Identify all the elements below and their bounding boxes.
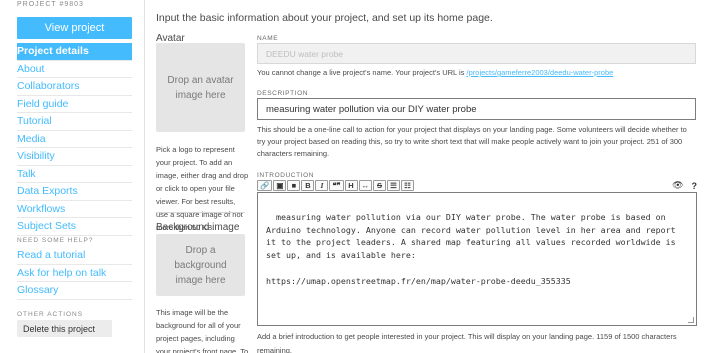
project-nav: Project details About Collaborators Fiel… (17, 43, 132, 236)
background-drop-zone[interactable]: Drop a background image here (156, 234, 245, 296)
heading-icon[interactable]: H (344, 180, 358, 191)
description-field[interactable]: measuring water pollution via our DIY wa… (257, 98, 696, 120)
nav-item-data-exports[interactable]: Data Exports (17, 183, 132, 201)
introduction-text: measuring water pollution via our DIY wa… (266, 211, 676, 286)
image-icon[interactable]: ▣ (273, 180, 287, 191)
video-icon[interactable]: ■ (287, 180, 301, 191)
preview-eye-icon[interactable]: 👁 (672, 180, 683, 191)
help-item-ask-talk[interactable]: Ask for help on talk (17, 265, 132, 282)
description-help-text: This should be a one-line call to action… (257, 125, 687, 158)
horizontal-rule-icon[interactable]: ↔ (358, 180, 373, 191)
markdown-toolbar: 🔗 ▣ ■ B I ❝❞ H ↔ S ☰ ☷ 👁 ? (257, 179, 697, 192)
name-value: DEEDU water probe (266, 48, 344, 59)
nav-item-collaborators[interactable]: Collaborators (17, 78, 132, 96)
name-help-text: You cannot change a live project's name.… (257, 68, 613, 77)
nav-item-subject-sets[interactable]: Subject Sets (17, 218, 132, 236)
resize-handle[interactable] (688, 317, 694, 323)
nav-item-project-details[interactable]: Project details (17, 43, 132, 61)
strikethrough-icon[interactable]: S (373, 180, 387, 191)
nav-item-talk[interactable]: Talk (17, 166, 132, 183)
background-help-text: This image will be the background for al… (156, 308, 249, 353)
image-section-divider (156, 212, 245, 213)
nav-item-media[interactable]: Media (17, 131, 132, 148)
description-label: DESCRIPTION (257, 90, 309, 97)
project-sidebar: PROJECT #9803 View project Project detai… (0, 0, 145, 353)
nav-item-field-guide[interactable]: Field guide (17, 96, 132, 113)
quote-icon[interactable]: ❝❞ (329, 180, 344, 191)
introduction-textarea[interactable]: measuring water pollution via our DIY wa… (257, 192, 697, 326)
bullet-list-icon[interactable]: ☰ (387, 180, 401, 191)
name-help-prefix: You cannot change a live project's name.… (257, 68, 467, 77)
help-nav: Read a tutorial Ask for help on talk Glo… (17, 247, 132, 300)
avatar-drop-zone[interactable]: Drop an avatar image here (156, 43, 245, 132)
italic-icon[interactable]: I (315, 180, 329, 191)
other-actions-label: OTHER ACTIONS (17, 311, 84, 318)
delete-project-button[interactable]: Delete this project (17, 320, 112, 337)
bold-icon[interactable]: B (301, 180, 315, 191)
name-label: NAME (257, 35, 279, 42)
nav-item-tutorial[interactable]: Tutorial (17, 113, 132, 131)
help-item-glossary[interactable]: Glossary (17, 282, 132, 300)
introduction-label: INTRODUCTION (257, 172, 315, 179)
background-drop-text: Drop a background image here (174, 244, 227, 286)
project-number-label: PROJECT #9803 (17, 1, 84, 8)
view-project-button[interactable]: View project (17, 17, 132, 39)
page-intro-text: Input the basic information about your p… (156, 12, 493, 24)
nav-item-visibility[interactable]: Visibility (17, 148, 132, 166)
help-section-label: NEED SOME HELP? (17, 237, 94, 244)
description-value: measuring water pollution via our DIY wa… (266, 103, 477, 115)
help-item-read-tutorial[interactable]: Read a tutorial (17, 247, 132, 265)
project-url-link[interactable]: /projects/gameferre2003/deedu-water-prob… (467, 68, 614, 77)
nav-item-about[interactable]: About (17, 61, 132, 78)
introduction-help-text: Add a brief introduction to get people i… (257, 332, 677, 353)
background-image-heading: Background image (156, 222, 240, 233)
avatar-drop-text: Drop an avatar image here (167, 74, 234, 101)
avatar-help-text: Pick a logo to represent your project. T… (156, 145, 249, 232)
name-field: DEEDU water probe (257, 43, 696, 64)
markdown-help-icon[interactable]: ? (692, 181, 698, 191)
nav-item-workflows[interactable]: Workflows (17, 201, 132, 218)
link-icon[interactable]: 🔗 (257, 180, 273, 191)
numbered-list-icon[interactable]: ☷ (401, 180, 415, 191)
